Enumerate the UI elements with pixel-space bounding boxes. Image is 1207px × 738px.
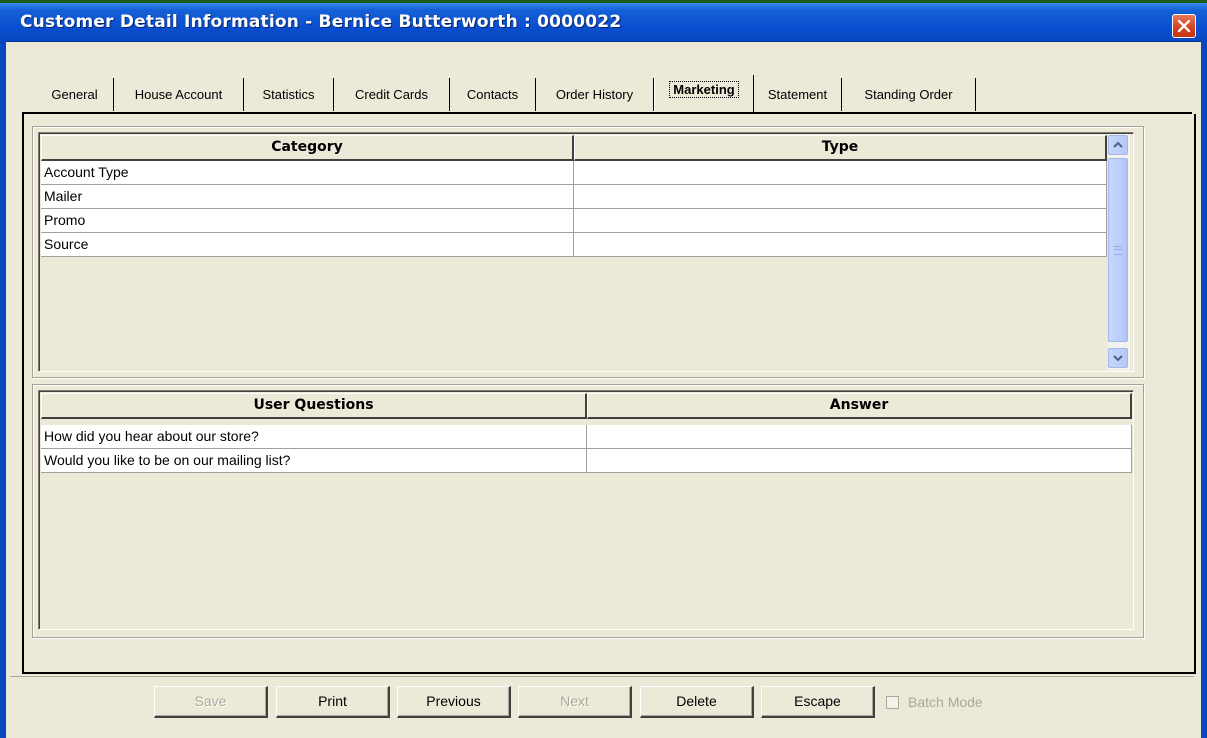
- chevron-down-icon: [1113, 355, 1123, 362]
- type-cell-source[interactable]: [574, 233, 1107, 257]
- close-button[interactable]: [1172, 14, 1196, 38]
- type-cell-mailer[interactable]: [574, 185, 1107, 209]
- batch-mode-option[interactable]: Batch Mode: [886, 694, 983, 710]
- answer-cell[interactable]: [587, 425, 1132, 449]
- category-column-header[interactable]: Category: [41, 135, 574, 161]
- window-frame-right: [1201, 41, 1207, 738]
- button-bar-divider: [10, 676, 1194, 677]
- category-scrollbar[interactable]: [1108, 134, 1130, 370]
- questions-grid: User Questions Answer How did you hear a…: [38, 390, 1134, 630]
- scroll-down-button[interactable]: [1108, 348, 1128, 368]
- close-icon: [1177, 19, 1191, 33]
- tab-order-history[interactable]: Order History: [536, 78, 654, 111]
- previous-button[interactable]: Previous: [397, 686, 511, 718]
- tab-statistics[interactable]: Statistics: [244, 78, 334, 111]
- category-cell-mailer[interactable]: Mailer: [41, 185, 574, 209]
- question-cell[interactable]: How did you hear about our store?: [41, 425, 587, 449]
- next-button[interactable]: Next: [518, 686, 632, 718]
- user-questions-column-header[interactable]: User Questions: [41, 393, 587, 419]
- delete-button[interactable]: Delete: [640, 686, 754, 718]
- window-title: Customer Detail Information - Bernice Bu…: [20, 12, 622, 32]
- tab-standing-order[interactable]: Standing Order: [842, 78, 976, 111]
- category-cell-source[interactable]: Source: [41, 233, 574, 257]
- type-cell-promo[interactable]: [574, 209, 1107, 233]
- answer-column-header[interactable]: Answer: [587, 393, 1132, 419]
- escape-button[interactable]: Escape: [761, 686, 875, 718]
- tab-contacts[interactable]: Contacts: [450, 78, 536, 111]
- type-column-header[interactable]: Type: [574, 135, 1107, 161]
- save-button[interactable]: Save: [154, 686, 268, 718]
- tab-general[interactable]: General: [36, 78, 114, 111]
- chevron-up-icon: [1113, 141, 1123, 148]
- scroll-thumb[interactable]: [1108, 158, 1128, 342]
- category-grid: Category Type Account Type Mailer Promo …: [38, 132, 1134, 372]
- print-button[interactable]: Print: [276, 686, 390, 718]
- grip-icon: [1114, 245, 1122, 255]
- type-cell-account-type[interactable]: [574, 161, 1107, 185]
- tab-house-account[interactable]: House Account: [114, 78, 244, 111]
- answer-cell[interactable]: [587, 449, 1132, 473]
- tab-credit-cards[interactable]: Credit Cards: [334, 78, 450, 111]
- scroll-up-button[interactable]: [1108, 135, 1128, 155]
- category-cell-promo[interactable]: Promo: [41, 209, 574, 233]
- batch-mode-label: Batch Mode: [908, 694, 983, 710]
- tab-statement[interactable]: Statement: [754, 78, 842, 111]
- title-bar[interactable]: Customer Detail Information - Bernice Bu…: [0, 3, 1207, 42]
- question-cell[interactable]: Would you like to be on our mailing list…: [41, 449, 587, 473]
- category-cell-account-type[interactable]: Account Type: [41, 161, 574, 185]
- tab-marketing[interactable]: Marketing: [654, 75, 754, 112]
- window-frame-left: [0, 41, 6, 738]
- batch-mode-checkbox[interactable]: [886, 695, 899, 709]
